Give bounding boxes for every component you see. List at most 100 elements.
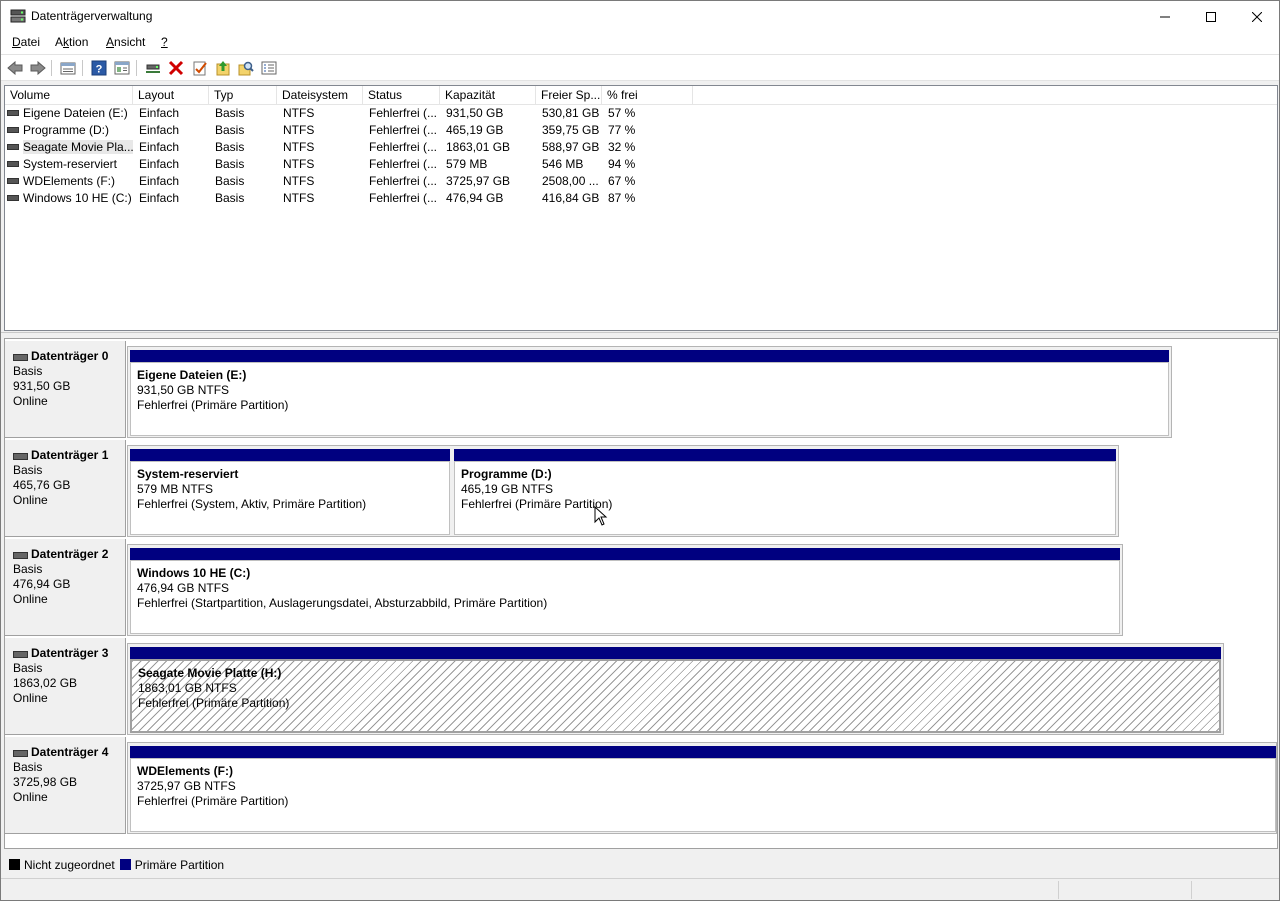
title-bar: Datenträgerverwaltung [1,1,1279,32]
partition-eigene-dateien[interactable]: Eigene Dateien (E:) 931,50 GB NTFS Fehle… [130,350,1169,436]
volume-type: Basis [215,174,245,188]
volume-filesystem: NTFS [283,157,315,171]
toolbar-separator [51,60,52,76]
volume-free-space: 359,75 GB [542,123,600,137]
partition-color-bar [130,449,450,461]
column-header-free-space[interactable]: Freier Sp... [536,86,602,105]
delete-button[interactable] [166,59,186,77]
column-header-percent-free[interactable]: % frei [602,86,693,105]
volume-free-space: 2508,00 ... [542,174,599,188]
disk-label-4[interactable]: Datenträger 4 Basis 3725,98 GB Online [5,737,126,834]
partition-status: Fehlerfrei (Primäre Partition) [137,794,289,808]
hard-disk-icon [13,550,28,560]
volume-icon [7,109,19,116]
column-header-capacity[interactable]: Kapazität [440,86,536,105]
menu-help[interactable]: ? [161,35,168,49]
menu-ansicht[interactable]: Ansicht [106,35,145,49]
disk-type: Basis [13,364,43,378]
partition-size: 931,50 GB NTFS [137,383,230,397]
partition-body: Seagate Movie Platte (H:) 1863,01 GB NTF… [130,659,1221,733]
maximize-button[interactable] [1188,1,1234,32]
volume-row[interactable]: Eigene Dateien (E:) Einfach Basis NTFS F… [5,105,1277,122]
search-folder-button[interactable] [236,59,256,77]
disk-list-button[interactable] [58,59,78,77]
disk-management-app-icon [10,9,26,23]
disk-label-1[interactable]: Datenträger 1 Basis 465,76 GB Online [5,440,126,537]
volume-status: Fehlerfrei (... [369,191,438,205]
partition-status: Fehlerfrei (Primäre Partition) [137,398,289,412]
up-folder-button[interactable] [213,59,233,77]
status-bar [1,878,1279,900]
volume-name: Windows 10 HE (C:) [23,191,132,205]
volume-icon [7,143,19,150]
volume-type: Basis [215,140,245,154]
menu-datei[interactable]: Datei [12,35,40,49]
volume-type: Basis [215,157,245,171]
properties-view-button[interactable] [112,59,132,77]
status-divider [1058,881,1059,899]
menu-aktion[interactable]: Aktion [55,35,88,49]
volume-type: Basis [215,191,245,205]
column-header-status[interactable]: Status [363,86,440,105]
volume-capacity: 465,19 GB [446,123,504,137]
volume-status: Fehlerfrei (... [369,140,438,154]
partition-body: Programme (D:) 465,19 GB NTFS Fehlerfrei… [454,461,1116,535]
volume-layout: Einfach [139,123,180,137]
volume-layout: Einfach [139,174,180,188]
disk-label-3[interactable]: Datenträger 3 Basis 1863,02 GB Online [5,638,126,735]
legend-unallocated: Nicht zugeordnet [24,858,115,872]
volume-row[interactable]: Programme (D:) Einfach Basis NTFS Fehler… [5,122,1277,139]
partition-size: 476,94 GB NTFS [137,581,230,595]
volume-row[interactable]: Seagate Movie Pla... Einfach Basis NTFS … [5,139,1277,156]
menu-bar: Datei Aktion Ansicht ? [1,32,1279,54]
volume-row[interactable]: System-reserviert Einfach Basis NTFS Feh… [5,156,1277,173]
forward-button[interactable] [28,59,48,77]
disk-map: Datenträger 0 Basis 931,50 GB Online Eig… [4,338,1278,849]
help-button[interactable]: ? [89,59,109,77]
hard-disk-icon [13,748,28,758]
volume-row[interactable]: Windows 10 HE (C:) Einfach Basis NTFS Fe… [5,190,1277,207]
partition-size: 3725,97 GB NTFS [137,779,236,793]
partition-color-bar [130,548,1120,560]
volume-status: Fehlerfrei (... [369,123,438,137]
close-button[interactable] [1234,1,1280,32]
partition-system-reserviert[interactable]: System-reserviert 579 MB NTFS Fehlerfrei… [130,449,450,535]
partition-title: Seagate Movie Platte (H:) [138,666,282,680]
disk-type: Basis [13,661,43,675]
disk-row-3: Datenträger 3 Basis 1863,02 GB Online Se… [5,638,1277,737]
volume-name-cell: Eigene Dateien (E:) [7,105,133,122]
volume-percent-free: 67 % [608,174,636,188]
toolbar-separator [82,60,83,76]
column-header-layout[interactable]: Layout [133,86,209,105]
partition-seagate-selected[interactable]: Seagate Movie Platte (H:) 1863,01 GB NTF… [130,647,1221,733]
disk-type: Basis [13,463,43,477]
volume-row[interactable]: WDElements (F:) Einfach Basis NTFS Fehle… [5,173,1277,190]
volume-icon [7,160,19,167]
column-header-type[interactable]: Typ [209,86,277,105]
volume-free-space: 546 MB [542,157,584,171]
disk-label-2[interactable]: Datenträger 2 Basis 476,94 GB Online [5,539,126,636]
column-header-filesystem[interactable]: Dateisystem [277,86,363,105]
back-button[interactable] [5,59,25,77]
svg-text:?: ? [96,64,103,76]
console-button[interactable] [259,59,279,77]
volume-name-cell: System-reserviert [7,156,133,173]
check-button[interactable] [190,59,210,77]
volume-name: Eigene Dateien (E:) [23,106,128,120]
console-icon [261,61,277,75]
column-header-volume[interactable]: Volume [5,86,133,105]
partition-color-bar [130,647,1221,659]
volume-filesystem: NTFS [283,123,315,137]
volume-free-space: 588,97 GB [542,140,600,154]
disk-state: Online [13,493,48,507]
volume-filesystem: NTFS [283,140,315,154]
partition-wdelements[interactable]: WDElements (F:) 3725,97 GB NTFS Fehlerfr… [130,746,1276,832]
disk-label-0[interactable]: Datenträger 0 Basis 931,50 GB Online [5,341,126,438]
minimize-button[interactable] [1142,1,1188,32]
connect-button[interactable] [143,59,163,77]
partition-programme[interactable]: Programme (D:) 465,19 GB NTFS Fehlerfrei… [454,449,1116,535]
disk-size: 1863,02 GB [13,676,78,690]
partition-status: Fehlerfrei (Startpartition, Auslagerungs… [137,596,548,610]
volume-type: Basis [215,123,245,137]
partition-windows[interactable]: Windows 10 HE (C:) 476,94 GB NTFS Fehler… [130,548,1120,634]
